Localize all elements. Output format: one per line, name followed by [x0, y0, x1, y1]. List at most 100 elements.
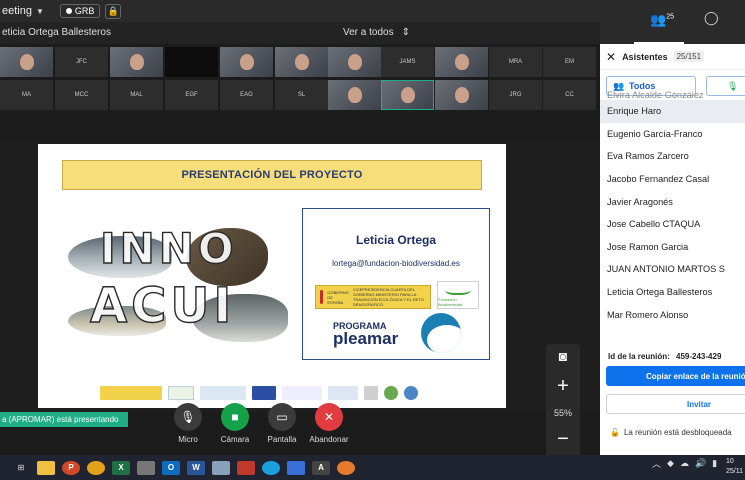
participant-list: Elvira Alcalde González Enrique Haro Eug…	[600, 90, 745, 326]
edge-icon[interactable]	[262, 460, 280, 475]
fundacion-logo: Fundación Biodiversidad	[437, 281, 479, 309]
video-tile[interactable]: MRA	[489, 47, 542, 77]
panel-header: ✕ Asistentes 25/151	[600, 44, 745, 70]
participant-item[interactable]: Jacobo Fernandez Casal	[600, 168, 745, 191]
participant-item[interactable]: Eva Ramos Zarcero	[600, 145, 745, 168]
fundacion-logo-small	[168, 386, 194, 400]
windows-taskbar: ⊞ P X O W A ︿ ◆ ☁ 🔊 ▮ 10 25/11	[0, 455, 745, 480]
participant-item[interactable]: JUAN ANTONIO MARTOS S	[600, 258, 745, 281]
acrobat-icon[interactable]: A	[312, 460, 330, 475]
leave-button[interactable]: ✕ Abandonar	[301, 403, 357, 444]
people-count: 25	[666, 13, 674, 21]
mic-muted-icon: 🎙	[174, 403, 202, 431]
volume-icon[interactable]: 🔊	[695, 458, 706, 469]
dropbox-icon[interactable]: ◆	[667, 458, 674, 469]
view-all-toggle[interactable]: Ver a todos ⇕	[343, 27, 410, 38]
video-tile[interactable]: CC	[543, 80, 596, 110]
ctaqua-logo	[328, 386, 358, 400]
chevron-up-icon[interactable]: ︿	[652, 457, 661, 470]
participant-face-icon	[294, 54, 309, 70]
video-tile[interactable]	[328, 47, 381, 77]
system-tray: ︿ ◆ ☁ 🔊 ▮	[652, 457, 717, 470]
participant-item[interactable]: Enrique Haro	[600, 100, 745, 123]
attendees-panel: 👥25 ◯ ✕ Asistentes 25/151 👥 Todos 🎙 Elvi…	[600, 0, 745, 455]
partner-logo	[364, 386, 378, 400]
participant-item[interactable]: Eugenio García-Franco	[600, 123, 745, 146]
fundacion-label: Fundación Biodiversidad	[438, 297, 463, 307]
cloud-icon[interactable]: ☁	[680, 458, 689, 469]
participant-item[interactable]: Javier Aragonés	[600, 190, 745, 213]
video-tile[interactable]: JAMS	[381, 47, 434, 77]
view-all-label: Ver a todos	[343, 27, 394, 38]
slide-title: PRESENTACIÓN DEL PROYECTO	[62, 160, 482, 190]
participant-item[interactable]: Jose Cabello CTAQUA	[600, 213, 745, 236]
contact-card: Leticia Ortega lortega@fundacion-biodive…	[302, 208, 490, 360]
initials: MRA	[508, 59, 523, 65]
video-tile[interactable]	[328, 80, 381, 110]
task-view-icon[interactable]: ⊞	[12, 461, 30, 475]
coat-of-arms-icon	[320, 290, 324, 304]
video-tile[interactable]: SL	[275, 80, 328, 110]
video-tile[interactable]	[110, 47, 163, 77]
invite-button[interactable]: Invitar	[606, 394, 745, 414]
gov-logo	[100, 386, 162, 400]
meeting-menu[interactable]: eeting	[0, 5, 32, 17]
copy-link-button[interactable]: Copiar enlace de la reunió	[606, 366, 745, 386]
participant-face-icon	[239, 54, 254, 70]
unlock-icon: 🔓	[610, 428, 620, 437]
zoom-in-icon[interactable]: +	[546, 376, 580, 396]
initials: EAG	[240, 92, 253, 98]
video-tile[interactable]: MCC	[55, 80, 108, 110]
people-tab[interactable]: 👥25	[650, 12, 674, 28]
system-clock[interactable]: 10 25/11	[726, 457, 743, 477]
video-tile[interactable]: MAL	[110, 80, 163, 110]
pleamar-logo-small	[200, 386, 246, 400]
excel-icon[interactable]: X	[112, 460, 130, 475]
video-tile[interactable]	[435, 47, 488, 77]
zoom-level: 55%	[553, 408, 572, 418]
lock-icon[interactable]: 🔒	[105, 3, 122, 19]
participant-item[interactable]: Jose Ramon Garcia	[600, 236, 745, 259]
camera-snapshot-icon[interactable]: ◙	[546, 348, 580, 364]
app-icon[interactable]	[337, 460, 355, 475]
recording-badge[interactable]: GRB	[59, 4, 101, 18]
outlook-icon[interactable]: O	[162, 460, 180, 475]
app-icon[interactable]	[237, 460, 255, 475]
app-icon[interactable]	[287, 460, 305, 475]
participant-item[interactable]: Leticia Ortega Ballesteros	[600, 281, 745, 304]
video-tile[interactable]	[275, 47, 328, 77]
file-explorer-icon[interactable]	[37, 460, 55, 475]
video-tile[interactable]: MA	[0, 80, 53, 110]
video-tile[interactable]	[165, 47, 218, 77]
clock-time: 10	[726, 458, 734, 465]
partner-logo	[404, 386, 418, 400]
video-tile[interactable]: EAG	[220, 80, 273, 110]
close-icon[interactable]: ✕	[606, 50, 616, 64]
meeting-id-row: Id de la reunión: 459-243-429	[608, 352, 721, 361]
window-topbar: eeting ▼ GRB 🔒	[0, 0, 600, 22]
app-icon[interactable]	[212, 460, 230, 475]
video-tile[interactable]	[220, 47, 273, 77]
chrome-icon[interactable]	[87, 460, 105, 475]
video-tile[interactable]: EM	[543, 47, 596, 77]
video-tile[interactable]: EGF	[165, 80, 218, 110]
video-tile[interactable]	[0, 47, 53, 77]
participant-item[interactable]: Mar Romero Alonso	[600, 303, 745, 326]
participant-face-icon	[129, 54, 144, 70]
network-icon[interactable]: ▮	[712, 458, 717, 469]
caret-down-icon[interactable]: ▼	[36, 7, 44, 16]
attendee-count: 25/151	[673, 51, 705, 62]
video-tile[interactable]	[435, 80, 488, 110]
meeting-id-label: Id de la reunión:	[608, 352, 670, 361]
app-icon[interactable]	[137, 460, 155, 475]
video-tile-active[interactable]	[381, 80, 434, 110]
video-tile[interactable]: JFC	[55, 47, 108, 77]
powerpoint-icon[interactable]: P	[62, 460, 80, 475]
presentation-slide: PRESENTACIÓN DEL PROYECTO INNO ACUI Leti…	[38, 144, 506, 408]
unlocked-label: La reunión está desbloqueada	[623, 428, 732, 437]
grass-icon	[445, 283, 471, 295]
participant-item[interactable]: Elvira Alcalde González	[600, 89, 745, 100]
video-tile[interactable]: JRG	[489, 80, 542, 110]
chat-icon[interactable]: ◯	[704, 10, 719, 26]
word-icon[interactable]: W	[187, 460, 205, 475]
